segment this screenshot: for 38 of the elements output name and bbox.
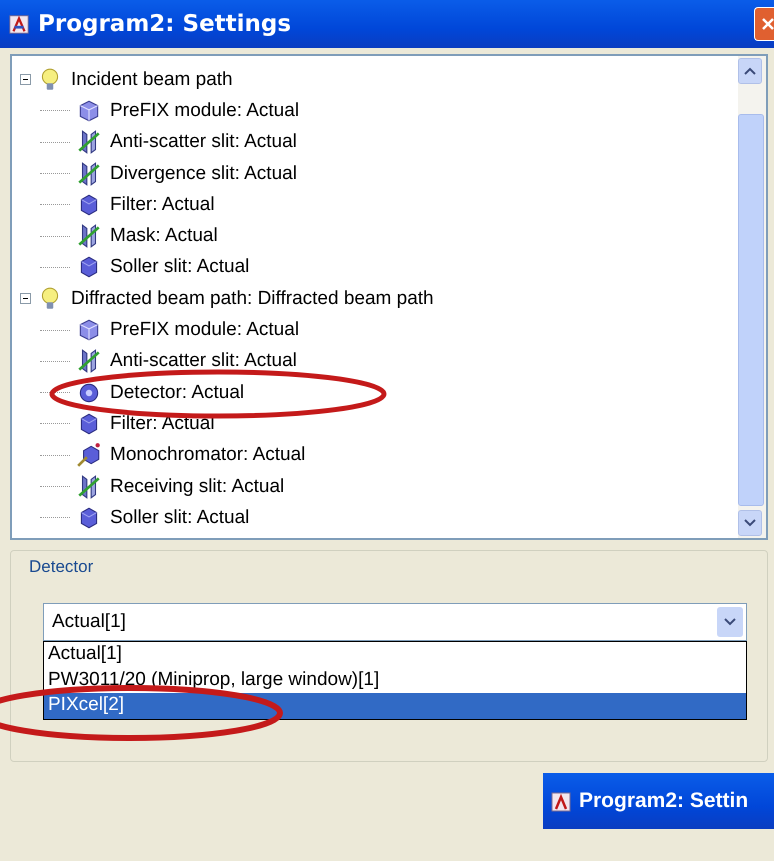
tree-item[interactable]: Filter: Actual (110, 194, 215, 216)
dropdown-option[interactable]: PIXcel[2] (44, 693, 746, 718)
tree-item[interactable]: Incident beam path (71, 68, 233, 91)
tree-item[interactable]: Soller slit: Actual (110, 256, 250, 278)
window-title: Program2: Settings (38, 11, 292, 37)
slit-icon (76, 223, 102, 250)
scroll-thumb[interactable] (738, 114, 764, 506)
crystal-icon (76, 442, 102, 468)
tree-item[interactable]: PreFIX module: Actual (110, 319, 300, 342)
slit-icon (76, 474, 102, 500)
scroll-up-button[interactable] (738, 58, 762, 84)
tree-item[interactable]: Anti-scatter slit: Actual (110, 131, 297, 154)
tree-item[interactable]: Mask: Actual (110, 225, 218, 248)
slit-icon (76, 129, 102, 156)
slit-icon (76, 348, 102, 374)
close-button[interactable] (754, 7, 774, 41)
tree-item[interactable]: Anti-scatter slit: Actual (110, 350, 297, 372)
collapse-toggle[interactable] (20, 293, 31, 304)
close-icon (760, 16, 774, 32)
tree-item[interactable]: Soller slit: Actual (110, 506, 250, 529)
slit-icon (76, 160, 102, 187)
dropdown-option[interactable]: Actual[1] (44, 642, 746, 668)
collapse-toggle[interactable] (20, 74, 31, 86)
scrollbar[interactable] (738, 56, 766, 538)
detector-dropdown[interactable]: Actual[1] (43, 603, 747, 641)
dropdown-option[interactable]: PW3011/20 (Miniprop, large window)[1] (44, 668, 746, 693)
tree-item[interactable]: Diffracted beam path: Diffracted beam path (71, 288, 434, 310)
tree-item[interactable]: Detector: Actual (110, 382, 244, 404)
chevron-up-icon (744, 67, 756, 75)
tree-item[interactable]: Receiving slit: Actual (110, 476, 284, 498)
window-title: Program2: Settin (579, 789, 748, 813)
scroll-down-button[interactable] (738, 510, 762, 536)
group-label: Detector (29, 557, 94, 577)
chevron-down-icon (744, 519, 756, 527)
tree-item[interactable]: Monochromator: Actual (110, 444, 306, 466)
tree-item[interactable]: PreFIX module: Actual (110, 100, 300, 122)
tree-item[interactable]: Divergence slit: Actual (110, 162, 297, 185)
chevron-down-icon (724, 618, 736, 626)
